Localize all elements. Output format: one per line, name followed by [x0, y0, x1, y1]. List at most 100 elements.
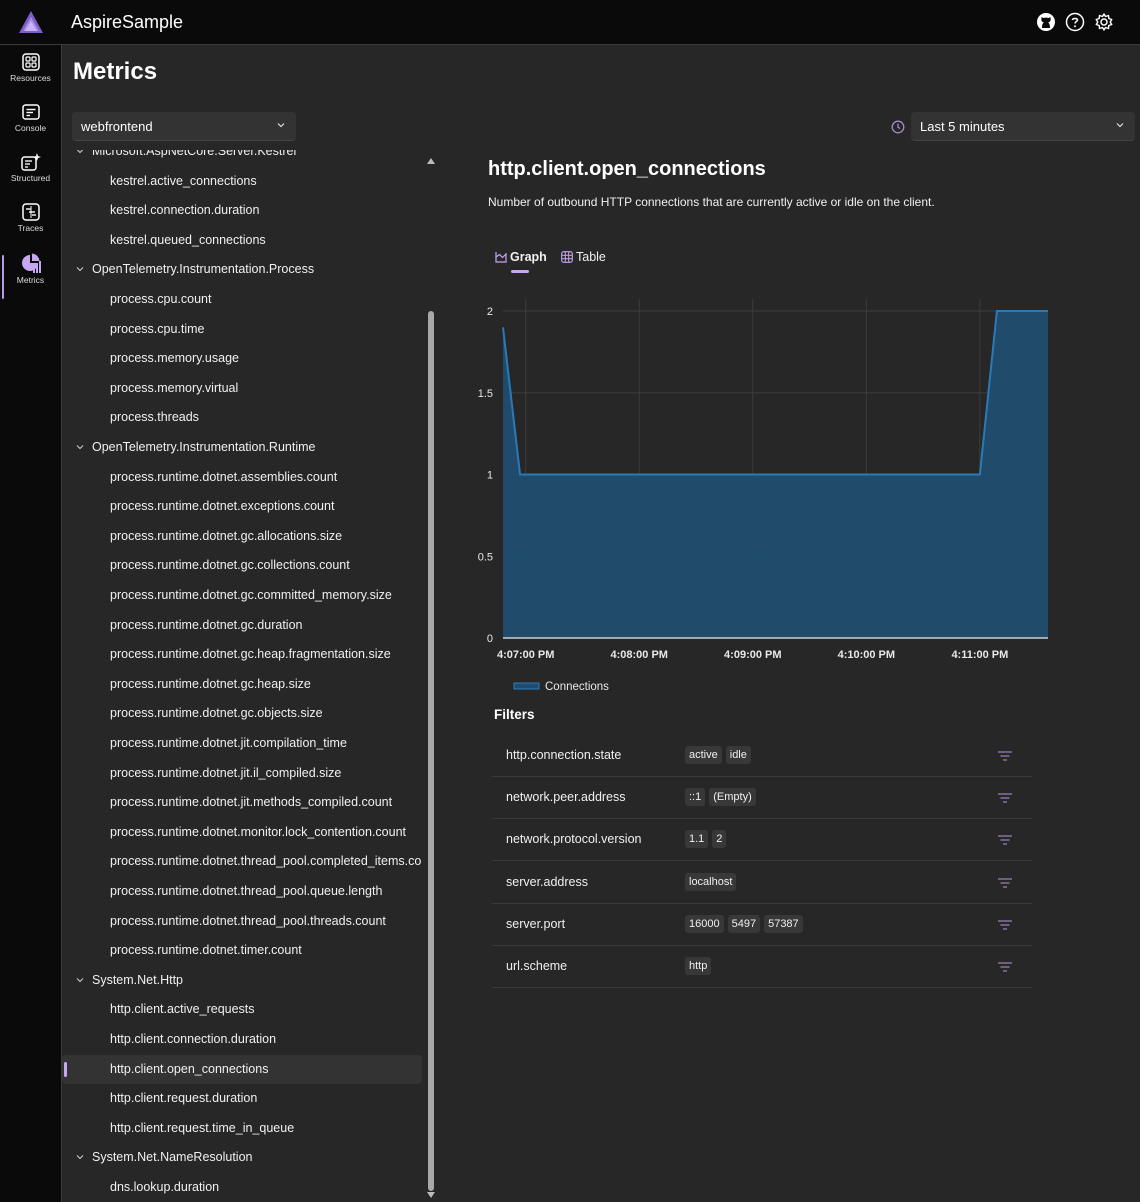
tree-item[interactable]: process.runtime.dotnet.thread_pool.compl… — [62, 847, 422, 876]
tree-item-label: Microsoft.AspNetCore.Server.Kestrel — [92, 150, 297, 158]
scroll-up-icon[interactable] — [427, 157, 435, 165]
filter-value-chip: 2 — [712, 830, 727, 849]
chevron-down-icon[interactable] — [75, 150, 85, 156]
tree-item[interactable]: http.client.open_connections — [62, 1054, 422, 1084]
filter-row: server.port 16000 5497 57387 — [492, 904, 1032, 946]
time-range-value: Last 5 minutes — [920, 119, 1005, 134]
filter-icon[interactable] — [997, 791, 1013, 805]
metrics-icon — [21, 253, 41, 273]
tree-item[interactable]: process.runtime.dotnet.jit.compilation_t… — [62, 729, 422, 758]
tree-item[interactable]: process.runtime.dotnet.gc.collections.co… — [62, 551, 422, 580]
tree-item-label: process.runtime.dotnet.assemblies.count — [110, 469, 338, 484]
tree-group[interactable]: OpenTelemetry.Instrumentation.Process — [62, 255, 422, 284]
tree-item[interactable]: process.cpu.time — [62, 315, 422, 344]
tree-item[interactable]: process.runtime.dotnet.gc.objects.size — [62, 699, 422, 728]
tree-item[interactable]: process.runtime.dotnet.jit.methods_compi… — [62, 788, 422, 817]
tree-item[interactable]: process.runtime.dotnet.assemblies.count — [62, 463, 422, 492]
nav-item-console[interactable]: Console — [0, 103, 61, 149]
tree-item-label: process.runtime.dotnet.gc.committed_memo… — [110, 588, 392, 602]
scroll-down-icon[interactable] — [427, 1191, 435, 1199]
tree-group[interactable]: Microsoft.AspNetCore.Server.Kestrel — [62, 150, 422, 166]
x-tick-label: 4:08:00 PM — [611, 649, 668, 661]
tree-item[interactable]: process.runtime.dotnet.exceptions.count — [62, 492, 422, 521]
active-tab-indicator — [511, 270, 529, 273]
tab-table[interactable]: Table — [561, 250, 606, 272]
tree-item[interactable]: kestrel.connection.duration — [62, 196, 422, 225]
tree-item[interactable]: process.runtime.dotnet.thread_pool.threa… — [62, 907, 422, 936]
clock-icon — [891, 120, 905, 134]
tree-item[interactable]: process.runtime.dotnet.gc.heap.size — [62, 670, 422, 699]
y-tick-label: 2 — [487, 306, 493, 318]
tree-item[interactable]: process.runtime.dotnet.gc.allocations.si… — [62, 522, 422, 551]
tree-item[interactable]: http.client.request.duration — [62, 1084, 422, 1113]
x-tick-label: 4:09:00 PM — [724, 649, 781, 661]
tree-item[interactable]: process.runtime.dotnet.jit.il_compiled.s… — [62, 759, 422, 788]
tree-item-label: process.runtime.dotnet.monitor.lock_cont… — [110, 824, 407, 839]
tab-graph[interactable]: Graph — [495, 250, 547, 273]
nav-item-structured[interactable]: Structured — [0, 153, 61, 199]
tree-item[interactable]: process.runtime.dotnet.timer.count — [62, 936, 422, 965]
filter-value-chip: active — [685, 746, 722, 764]
tab-graph-label: Graph — [510, 250, 547, 264]
x-tick-label: 4:07:00 PM — [497, 649, 554, 661]
tree-item-label: process.runtime.dotnet.gc.objects.size — [110, 706, 323, 721]
tree-item-label: System.Net.NameResolution — [92, 1150, 253, 1165]
tree-item[interactable]: dns.lookup.duration — [62, 1173, 422, 1202]
tree-item-label: process.runtime.dotnet.gc.duration — [110, 617, 303, 632]
tree-item[interactable]: kestrel.active_connections — [62, 167, 422, 196]
filter-values: active idle — [685, 745, 755, 764]
filter-name: http.connection.state — [506, 748, 622, 762]
tree-item[interactable]: process.threads — [62, 403, 422, 432]
filters-title: Filters — [494, 707, 535, 722]
metric-chart[interactable]: 0 0.5 1 1.5 2 4:07:00 PM 4:08:00 PM 4:09:00 PM 4… — [468, 285, 1058, 690]
settings-icon[interactable] — [1094, 12, 1114, 32]
tree-item[interactable]: process.runtime.dotnet.monitor.lock_cont… — [62, 818, 422, 847]
resource-select[interactable]: webfrontend — [72, 112, 296, 141]
nav-item-metrics[interactable]: Metrics — [0, 253, 61, 299]
nav-item-traces[interactable]: Traces — [0, 203, 61, 249]
nav-label: Traces — [17, 223, 44, 233]
chevron-down-icon[interactable] — [75, 442, 85, 452]
tree-item[interactable]: process.cpu.count — [62, 285, 422, 314]
tree-scrollbar[interactable] — [426, 155, 436, 1202]
tree-item[interactable]: process.runtime.dotnet.thread_pool.queue… — [62, 877, 422, 906]
tree-item-label: process.runtime.dotnet.gc.allocations.si… — [110, 528, 343, 543]
scroll-thumb[interactable] — [428, 311, 434, 1191]
filter-icon[interactable] — [997, 876, 1013, 890]
tree-item[interactable]: http.client.request.time_in_queue — [62, 1114, 422, 1143]
tree-item[interactable]: process.runtime.dotnet.gc.committed_memo… — [62, 581, 422, 610]
chevron-down-icon[interactable] — [75, 264, 85, 274]
github-icon[interactable] — [1036, 12, 1056, 32]
tree-item[interactable]: kestrel.queued_connections — [62, 226, 422, 255]
tree-item[interactable]: http.client.active_requests — [62, 995, 422, 1024]
nav-label: Console — [14, 123, 47, 133]
metric-title: http.client.open_connections — [488, 158, 766, 180]
help-icon[interactable] — [1065, 12, 1085, 32]
filter-value-chip: localhost — [685, 872, 737, 891]
chevron-down-icon[interactable] — [75, 975, 85, 985]
resource-select-value: webfrontend — [81, 119, 153, 134]
tree-group[interactable]: System.Net.Http — [62, 966, 422, 995]
chevron-down-icon[interactable] — [75, 1152, 85, 1162]
filter-icon[interactable] — [997, 918, 1013, 932]
chart-icon — [495, 252, 507, 263]
tree-group[interactable]: System.Net.NameResolution — [62, 1143, 422, 1172]
nav-item-resources[interactable]: Resources — [0, 53, 61, 99]
tree-item[interactable]: process.memory.virtual — [62, 374, 422, 403]
tree-item[interactable]: process.runtime.dotnet.gc.duration — [62, 611, 422, 640]
aspire-logo-icon[interactable] — [19, 11, 43, 33]
tab-table-label: Table — [576, 250, 606, 264]
app-title[interactable]: AspireSample — [71, 12, 183, 33]
tree-item-label: process.runtime.dotnet.jit.methods_compi… — [110, 795, 393, 810]
tree-item[interactable]: process.memory.usage — [62, 344, 422, 373]
filter-icon[interactable] — [997, 749, 1013, 763]
filter-icon[interactable] — [997, 833, 1013, 847]
tree-group[interactable]: OpenTelemetry.Instrumentation.Runtime — [62, 433, 422, 462]
filter-icon[interactable] — [997, 960, 1013, 974]
structured-logs-icon — [20, 153, 41, 171]
filter-value-chip: idle — [725, 746, 751, 764]
tree-item[interactable]: http.client.connection.duration — [62, 1025, 422, 1054]
tree-item[interactable]: process.runtime.dotnet.gc.heap.fragmenta… — [62, 640, 422, 669]
nav-label: Resources — [10, 73, 51, 83]
time-range-select[interactable]: Last 5 minutes — [911, 112, 1135, 141]
